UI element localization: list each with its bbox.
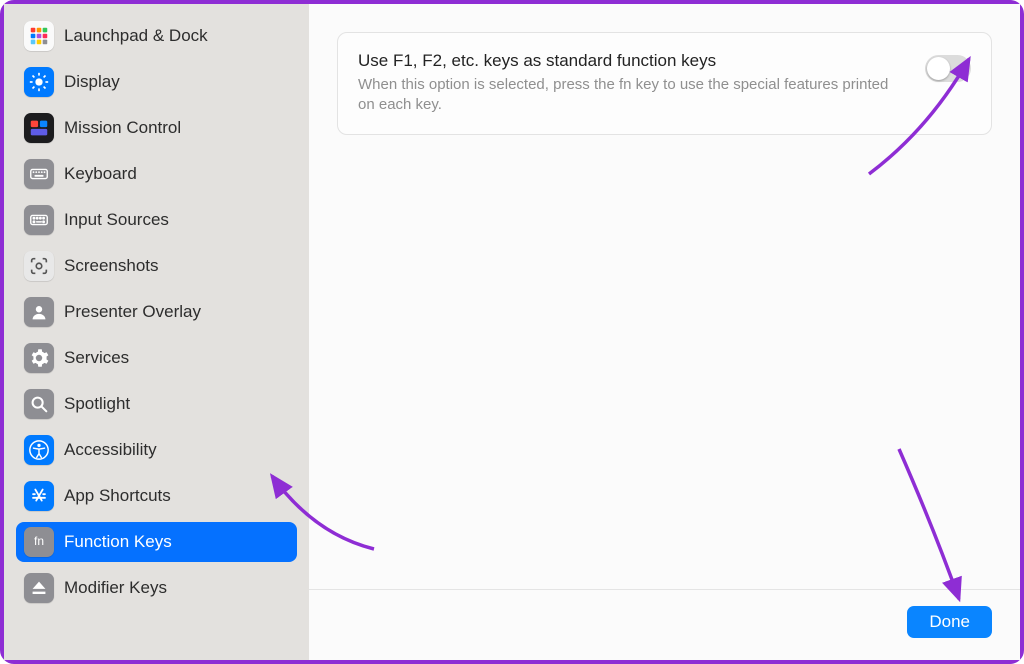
sidebar-item-label: Modifier Keys <box>64 578 167 598</box>
sidebar-item-label: Function Keys <box>64 532 172 552</box>
brightness-icon <box>24 67 54 97</box>
modifier-keys-icon <box>24 573 54 603</box>
svg-text:fn: fn <box>34 534 44 548</box>
footer: Done <box>309 589 1020 660</box>
sidebar-item-label: Services <box>64 348 129 368</box>
app-shortcuts-icon <box>24 481 54 511</box>
sidebar: Launchpad & Dock Display Mission Control… <box>4 4 309 660</box>
sidebar-item-launchpad-dock[interactable]: Launchpad & Dock <box>16 16 297 56</box>
sidebar-item-label: Spotlight <box>64 394 130 414</box>
sidebar-item-mission-control[interactable]: Mission Control <box>16 108 297 148</box>
sidebar-item-label: App Shortcuts <box>64 486 171 506</box>
sidebar-item-label: Launchpad & Dock <box>64 26 208 46</box>
setting-function-keys: Use F1, F2, etc. keys as standard functi… <box>337 32 992 135</box>
sidebar-item-label: Screenshots <box>64 256 159 276</box>
sidebar-item-accessibility[interactable]: Accessibility <box>16 430 297 470</box>
sidebar-item-label: Presenter Overlay <box>64 302 201 322</box>
sidebar-item-label: Input Sources <box>64 210 169 230</box>
keyboard-icon <box>24 159 54 189</box>
sidebar-item-presenter-overlay[interactable]: Presenter Overlay <box>16 292 297 332</box>
sidebar-item-app-shortcuts[interactable]: App Shortcuts <box>16 476 297 516</box>
toggle-knob <box>927 57 950 80</box>
accessibility-icon <box>24 435 54 465</box>
input-sources-icon <box>24 205 54 235</box>
sidebar-item-services[interactable]: Services <box>16 338 297 378</box>
sidebar-item-keyboard[interactable]: Keyboard <box>16 154 297 194</box>
spotlight-icon <box>24 389 54 419</box>
sidebar-item-modifier-keys[interactable]: Modifier Keys <box>16 568 297 608</box>
gear-icon <box>24 343 54 373</box>
setting-title: Use F1, F2, etc. keys as standard functi… <box>358 51 907 71</box>
screenshot-icon <box>24 251 54 281</box>
done-button[interactable]: Done <box>907 606 992 638</box>
sidebar-item-spotlight[interactable]: Spotlight <box>16 384 297 424</box>
sidebar-item-label: Accessibility <box>64 440 157 460</box>
content-pane: Use F1, F2, etc. keys as standard functi… <box>309 4 1020 660</box>
function-keys-icon: fn <box>24 527 54 557</box>
mission-control-icon <box>24 113 54 143</box>
presenter-icon <box>24 297 54 327</box>
sidebar-item-input-sources[interactable]: Input Sources <box>16 200 297 240</box>
function-keys-toggle[interactable] <box>925 55 971 82</box>
sidebar-item-label: Display <box>64 72 120 92</box>
launchpad-icon <box>24 21 54 51</box>
sidebar-item-display[interactable]: Display <box>16 62 297 102</box>
setting-description: When this option is selected, press the … <box>358 75 907 116</box>
sidebar-item-label: Mission Control <box>64 118 181 138</box>
sidebar-item-function-keys[interactable]: fn Function Keys <box>16 522 297 562</box>
sidebar-item-label: Keyboard <box>64 164 137 184</box>
sidebar-item-screenshots[interactable]: Screenshots <box>16 246 297 286</box>
